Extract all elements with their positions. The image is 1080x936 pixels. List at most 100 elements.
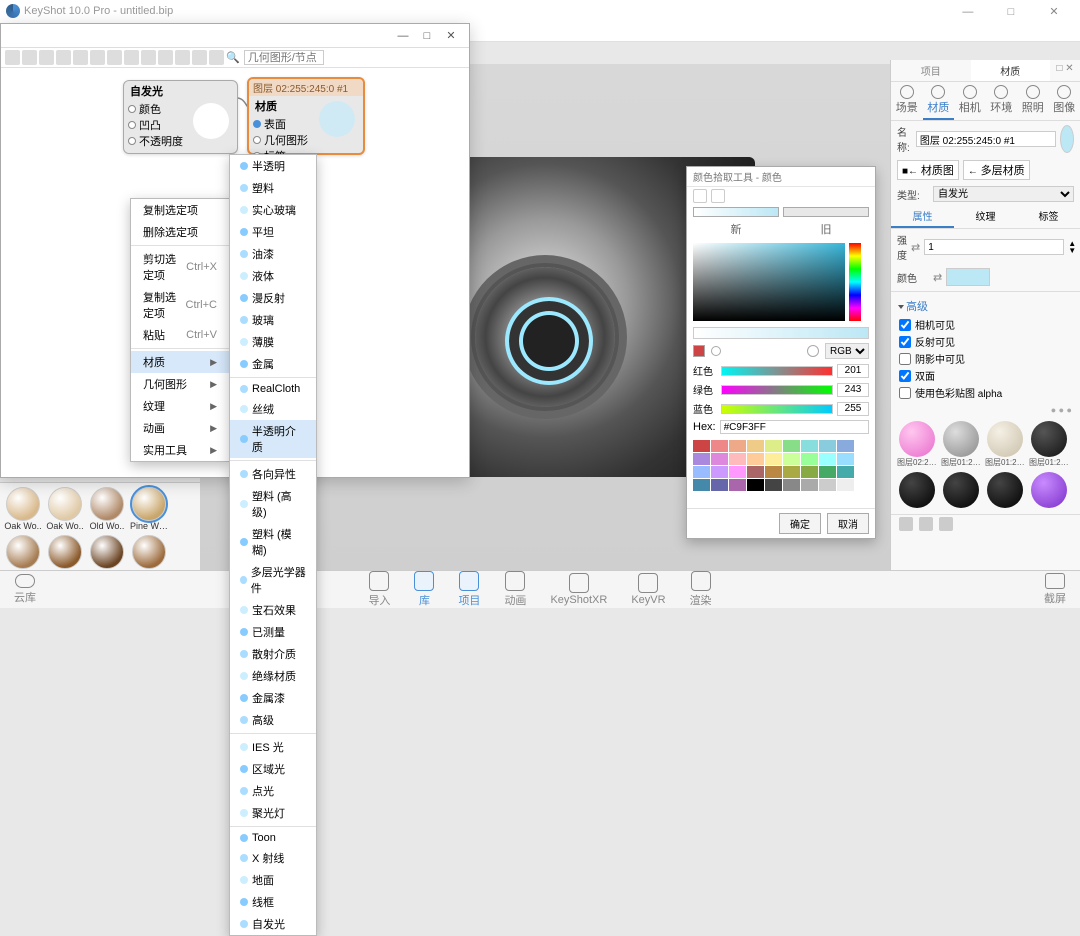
palette-swatch[interactable] <box>729 479 746 491</box>
palette-swatch[interactable] <box>693 466 710 478</box>
material-type-option[interactable]: 塑料 <box>230 177 316 199</box>
color-swatch[interactable] <box>946 268 990 286</box>
hue-slider[interactable] <box>849 243 861 321</box>
advanced-section-header[interactable]: 高级 <box>906 301 928 313</box>
toolbar-icon[interactable] <box>158 50 173 65</box>
checkbox[interactable] <box>899 336 911 348</box>
material-type-option[interactable]: 塑料 (高级) <box>230 485 316 523</box>
render-button[interactable]: 渲染 <box>690 571 712 608</box>
checkbox-row[interactable]: 使用色彩贴图 alpha <box>899 384 1072 401</box>
link-icon[interactable]: ⇄ <box>911 241 920 254</box>
material-type-option[interactable]: 液体 <box>230 265 316 287</box>
checkbox-row[interactable]: 阴影中可见 <box>899 350 1072 367</box>
palette-swatch[interactable] <box>783 453 800 465</box>
saturation-field[interactable] <box>693 243 845 321</box>
ctx-item-纹理[interactable]: 纹理▶ <box>131 395 229 417</box>
material-thumbnail[interactable] <box>4 535 42 569</box>
keyshotxr-button[interactable]: KeyShotXR <box>550 573 607 606</box>
material-type-option[interactable]: 区域光 <box>230 758 316 780</box>
channel-slider[interactable] <box>721 404 833 414</box>
lib-grid-icon[interactable] <box>899 517 913 531</box>
material-sphere-thumb[interactable] <box>985 472 1025 508</box>
material-sphere-thumb[interactable] <box>897 472 937 508</box>
palette-swatch[interactable] <box>747 466 764 478</box>
subtab-1[interactable]: 纹理 <box>954 205 1017 228</box>
color-mode-select[interactable]: RGB <box>825 343 869 359</box>
material-node[interactable]: 图层 02:255:245:0 #1 材质 表面几何图形标签 <box>247 77 365 155</box>
color-model-icon[interactable] <box>693 345 705 357</box>
eyedropper-icon[interactable] <box>693 189 707 203</box>
palette-swatch[interactable] <box>819 466 836 478</box>
panel-tab-0[interactable]: 场景 <box>891 82 923 120</box>
material-type-option[interactable]: IES 光 <box>230 736 316 758</box>
popup-close-button[interactable]: ✕ <box>439 29 463 42</box>
material-type-option[interactable]: X 射线 <box>230 847 316 869</box>
material-sphere-thumb[interactable] <box>941 472 981 508</box>
palette-swatch[interactable] <box>711 479 728 491</box>
intensity-stepper[interactable]: ▲▼ <box>1068 240 1076 254</box>
checkbox-row[interactable]: 双面 <box>899 367 1072 384</box>
material-sphere-thumb[interactable] <box>1029 472 1069 508</box>
material-thumbnail[interactable] <box>88 535 126 569</box>
palette-swatch[interactable] <box>819 440 836 452</box>
node-port[interactable] <box>253 120 261 128</box>
library-button[interactable]: 库 <box>414 571 434 608</box>
save-swatch-icon[interactable] <box>711 189 725 203</box>
material-type-option[interactable]: 金属 <box>230 353 316 375</box>
picker-wheel-icon[interactable] <box>711 346 721 356</box>
channel-value-input[interactable] <box>837 402 869 416</box>
popup-minimize-button[interactable]: — <box>391 30 415 42</box>
material-thumbnail[interactable] <box>46 535 84 569</box>
palette-swatch[interactable] <box>801 440 818 452</box>
project-button[interactable]: 项目 <box>458 571 480 608</box>
palette-swatch[interactable] <box>729 453 746 465</box>
palette-swatch[interactable] <box>783 466 800 478</box>
material-type-option[interactable]: 自发光 <box>230 913 316 935</box>
toolbar-icon[interactable] <box>124 50 139 65</box>
material-type-option[interactable]: 已测量 <box>230 621 316 643</box>
palette-swatch[interactable] <box>693 479 710 491</box>
material-sphere-thumb[interactable]: 图层01:20.. <box>1029 421 1069 468</box>
material-type-option[interactable]: 实心玻璃 <box>230 199 316 221</box>
tab-project[interactable]: 项目 <box>891 60 971 81</box>
palette-swatch[interactable] <box>801 466 818 478</box>
material-name-input[interactable] <box>916 131 1056 147</box>
node-port[interactable] <box>128 137 136 145</box>
material-type-option[interactable]: 金属漆 <box>230 687 316 709</box>
ok-button[interactable]: 确定 <box>779 513 821 534</box>
palette-swatch[interactable] <box>693 492 710 504</box>
toolbar-icon[interactable] <box>56 50 71 65</box>
palette-swatch[interactable] <box>747 453 764 465</box>
palette-swatch[interactable] <box>729 466 746 478</box>
maximize-button[interactable]: □ <box>991 6 1031 18</box>
material-thumbnail[interactable]: Old Wo.. <box>88 487 126 531</box>
ctx-item-实用工具[interactable]: 实用工具▶ <box>131 439 229 461</box>
lib-list-icon[interactable] <box>919 517 933 531</box>
lightness-bar[interactable] <box>693 327 869 339</box>
material-type-option[interactable]: 丝绒 <box>230 398 316 420</box>
palette-swatch[interactable] <box>765 479 782 491</box>
panel-tab-1[interactable]: 材质 <box>923 82 955 120</box>
ctx-item[interactable]: 复制选定项Ctrl+C <box>131 286 229 324</box>
toolbar-icon[interactable] <box>39 50 54 65</box>
material-thumbnail[interactable] <box>130 535 168 569</box>
material-type-option[interactable]: 漫反射 <box>230 287 316 309</box>
material-sphere-thumb[interactable]: 图层01:20.. <box>985 421 1025 468</box>
material-type-option[interactable]: 油漆 <box>230 243 316 265</box>
node-port[interactable] <box>128 121 136 129</box>
palette-swatch[interactable] <box>819 453 836 465</box>
palette-swatch[interactable] <box>765 440 782 452</box>
panel-tab-3[interactable]: 环境 <box>986 82 1018 120</box>
palette-swatch[interactable] <box>765 453 782 465</box>
panel-tab-2[interactable]: 相机 <box>954 82 986 120</box>
toolbar-icon[interactable] <box>209 50 224 65</box>
panel-tab-4[interactable]: 照明 <box>1017 82 1049 120</box>
minimize-button[interactable]: — <box>948 6 988 18</box>
link-icon[interactable]: ⇄ <box>933 271 942 284</box>
ctx-item[interactable]: 粘贴Ctrl+V <box>131 324 229 346</box>
palette-swatch[interactable] <box>693 440 710 452</box>
cloud-library-button[interactable]: 云库 <box>14 574 36 605</box>
material-type-option[interactable]: 地面 <box>230 869 316 891</box>
palette-swatch[interactable] <box>765 466 782 478</box>
palette-swatch[interactable] <box>837 440 854 452</box>
